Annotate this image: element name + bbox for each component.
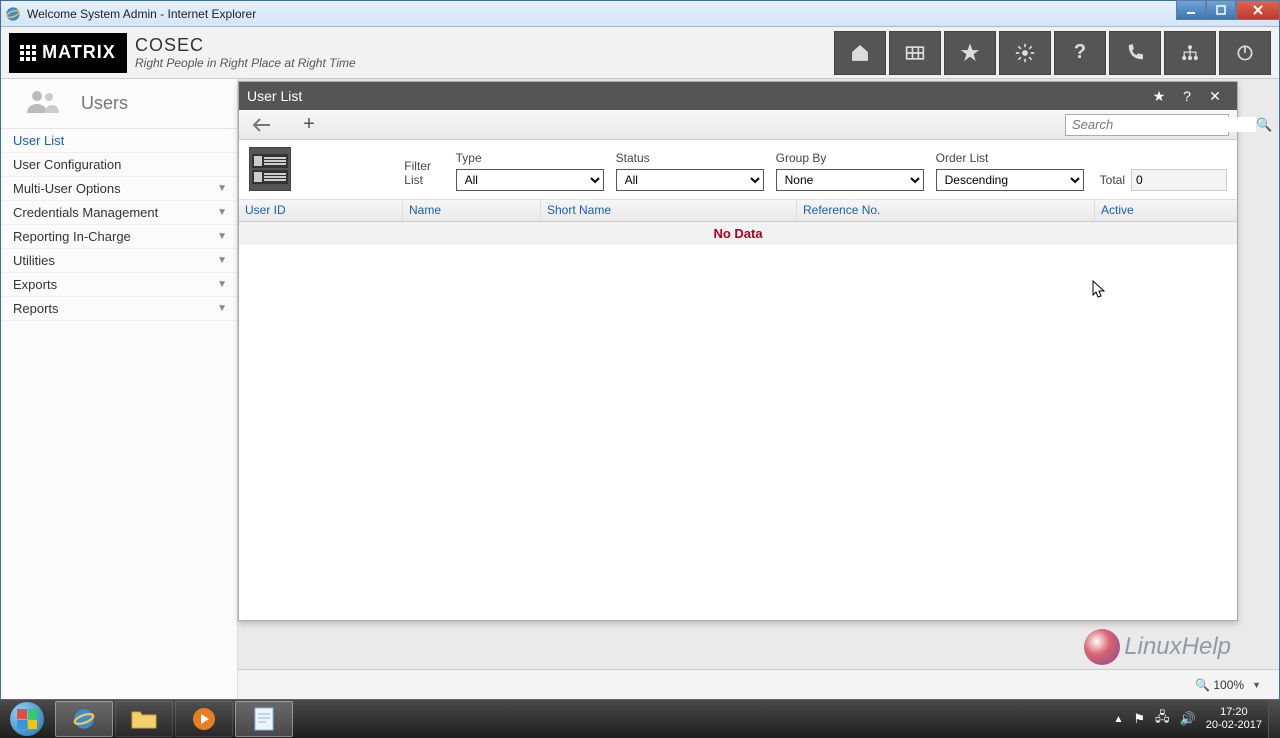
phone-button[interactable] <box>1109 31 1161 75</box>
ie-icon <box>5 6 21 22</box>
back-button[interactable] <box>247 113 275 137</box>
col-user-id[interactable]: User ID <box>239 200 403 221</box>
sidebar-item-reporting-in-charge[interactable]: Reporting In-Charge▼ <box>1 225 237 249</box>
panel-title: User List <box>247 88 302 104</box>
sidebar: Users User List User Configuration Multi… <box>1 79 238 699</box>
brand-logo: MATRIX COSEC Right People in Right Place… <box>9 33 356 73</box>
taskbar-ie[interactable] <box>55 701 113 737</box>
sidebar-item-exports[interactable]: Exports▼ <box>1 273 237 297</box>
start-button[interactable] <box>0 700 54 738</box>
sidebar-item-reports[interactable]: Reports▼ <box>1 297 237 321</box>
product-name: COSEC <box>135 35 356 56</box>
order-select[interactable]: Descending <box>936 169 1084 191</box>
help-button[interactable]: ? <box>1054 31 1106 75</box>
total-field <box>1131 169 1227 191</box>
sidebar-item-credentials-management[interactable]: Credentials Management▼ <box>1 201 237 225</box>
tray-network-icon[interactable]: 🖧 <box>1155 708 1170 730</box>
filter-row: Filter List Type All Status All Group By… <box>239 140 1237 200</box>
settings-button[interactable] <box>999 31 1051 75</box>
empty-state: No Data <box>239 222 1237 245</box>
tray-volume-icon[interactable]: 🔊 <box>1180 711 1196 727</box>
tray-clock[interactable]: 17:20 20-02-2017 <box>1206 706 1262 732</box>
groupby-select[interactable]: None <box>776 169 924 191</box>
groupby-label: Group By <box>776 151 924 165</box>
col-name[interactable]: Name <box>403 200 541 221</box>
home-button[interactable] <box>834 31 886 75</box>
chevron-down-icon[interactable]: ▼ <box>1252 680 1261 690</box>
chevron-down-icon: ▼ <box>217 279 227 290</box>
minimize-button[interactable] <box>1176 0 1206 20</box>
titlebar: Welcome System Admin - Internet Explorer <box>1 1 1279 27</box>
sidebar-item-user-configuration[interactable]: User Configuration <box>1 153 237 177</box>
tagline: Right People in Right Place at Right Tim… <box>135 56 356 70</box>
panel-titlebar: User List ★ ? ✕ <box>239 82 1237 110</box>
panel-close-button[interactable]: ✕ <box>1201 88 1229 105</box>
watermark: LinuxHelp <box>1084 629 1231 665</box>
col-short-name[interactable]: Short Name <box>541 200 797 221</box>
col-reference-no[interactable]: Reference No. <box>797 200 1095 221</box>
type-select[interactable]: All <box>456 169 604 191</box>
user-list-panel: User List ★ ? ✕ + 🔍 <box>238 81 1238 621</box>
main-area: User List ★ ? ✕ + 🔍 <box>238 79 1279 699</box>
logo-text: MATRIX <box>42 42 116 63</box>
maximize-button[interactable] <box>1206 0 1236 20</box>
show-desktop-button[interactable] <box>1268 700 1280 738</box>
order-label: Order List <box>936 151 1084 165</box>
view-toggle[interactable] <box>249 147 291 191</box>
users-icon <box>25 89 63 118</box>
search-box[interactable]: 🔍 <box>1065 114 1229 136</box>
taskbar: ▲ ⚑ 🖧 🔊 17:20 20-02-2017 <box>0 700 1280 738</box>
taskbar-notepad[interactable] <box>235 701 293 737</box>
chevron-down-icon: ▼ <box>217 231 227 242</box>
taskbar-media-player[interactable] <box>175 701 233 737</box>
chevron-down-icon: ▼ <box>217 255 227 266</box>
browser-window: Welcome System Admin - Internet Explorer… <box>0 0 1280 700</box>
chevron-down-icon: ▼ <box>217 207 227 218</box>
search-input[interactable] <box>1066 117 1256 132</box>
panel-help-button[interactable]: ? <box>1173 88 1201 104</box>
window-title: Welcome System Admin - Internet Explorer <box>27 7 1275 21</box>
chevron-down-icon: ▼ <box>217 303 227 314</box>
sidebar-item-utilities[interactable]: Utilities▼ <box>1 249 237 273</box>
panel-toolbar: + 🔍 <box>239 110 1237 140</box>
sidebar-heading-label: Users <box>81 93 128 114</box>
add-button[interactable]: + <box>295 113 323 137</box>
status-select[interactable]: All <box>616 169 764 191</box>
zoom-level[interactable]: 🔍 100% <box>1195 678 1244 692</box>
chevron-down-icon: ▼ <box>217 183 227 194</box>
panel-favorite-button[interactable]: ★ <box>1145 88 1173 105</box>
status-label: Status <box>616 151 764 165</box>
total-label: Total <box>1100 173 1125 187</box>
filter-list-label: Filter List <box>404 159 443 187</box>
org-button[interactable] <box>1164 31 1216 75</box>
system-tray: ▲ ⚑ 🖧 🔊 17:20 20-02-2017 <box>1113 706 1268 732</box>
col-active[interactable]: Active <box>1095 200 1237 221</box>
app-header: MATRIX COSEC Right People in Right Place… <box>1 27 1279 79</box>
grid-button[interactable] <box>889 31 941 75</box>
search-icon[interactable]: 🔍 <box>1256 117 1272 133</box>
power-button[interactable] <box>1219 31 1271 75</box>
grid-header: User ID Name Short Name Reference No. Ac… <box>239 200 1237 222</box>
favorite-button[interactable] <box>944 31 996 75</box>
sidebar-item-multi-user-options[interactable]: Multi-User Options▼ <box>1 177 237 201</box>
close-button[interactable] <box>1236 0 1280 20</box>
tray-show-hidden[interactable]: ▲ <box>1113 714 1123 725</box>
browser-status-bar: 🔍 100% ▼ <box>238 669 1279 699</box>
taskbar-explorer[interactable] <box>115 701 173 737</box>
cursor-icon <box>1092 280 1106 300</box>
sidebar-heading: Users <box>1 79 237 129</box>
tray-flag-icon[interactable]: ⚑ <box>1133 711 1145 727</box>
type-label: Type <box>456 151 604 165</box>
sidebar-item-user-list[interactable]: User List <box>1 129 237 153</box>
